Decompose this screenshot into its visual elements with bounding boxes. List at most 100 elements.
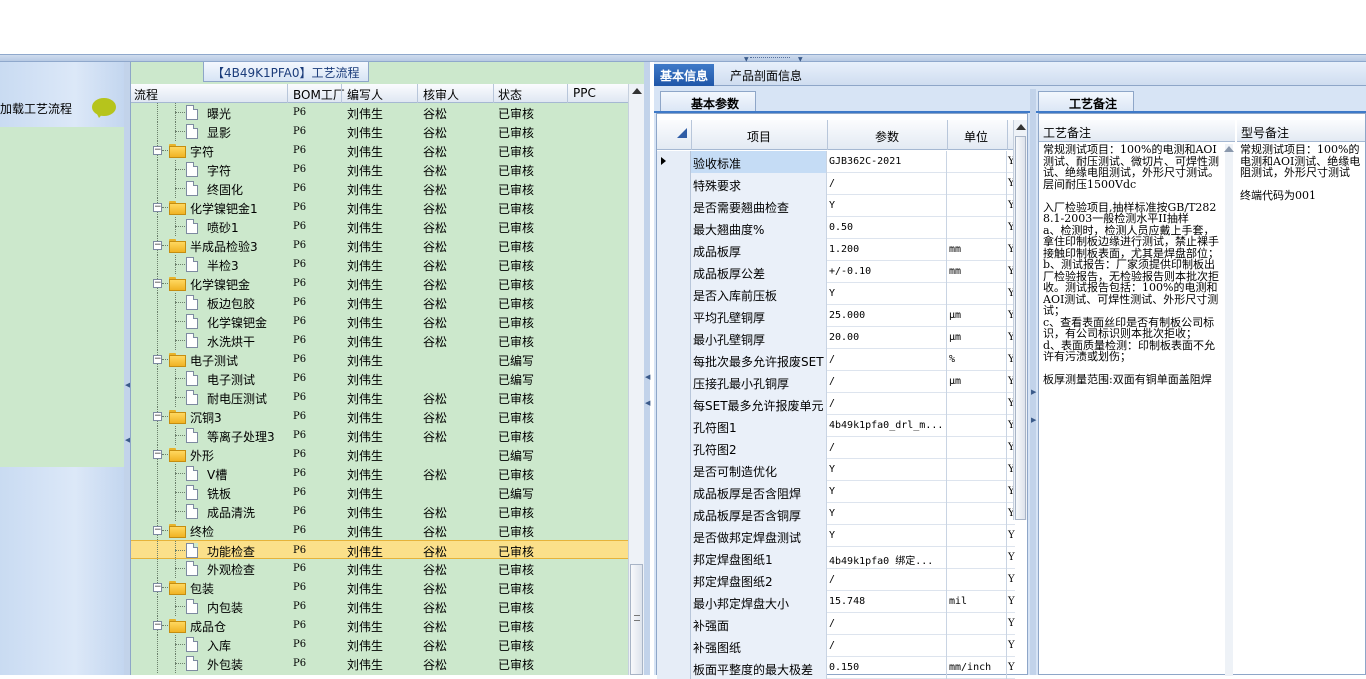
table-row[interactable]: 每SET最多允许报废单元 / Y bbox=[657, 393, 1015, 415]
splitter-arrow-icon[interactable]: ◀ bbox=[125, 382, 130, 389]
param-value-cell[interactable]: 0.150 bbox=[827, 657, 947, 679]
param-value-cell[interactable]: 15.748 bbox=[827, 591, 947, 613]
param-value-cell[interactable]: Y bbox=[827, 503, 947, 525]
table-row[interactable]: 最小孔壁铜厚 20.00 μm Y bbox=[657, 327, 1015, 349]
param-value-cell[interactable]: 4b49k1pfa0_drl_m... bbox=[827, 415, 947, 437]
collapse-toggle-icon[interactable]: − bbox=[153, 412, 162, 421]
col-header-param[interactable]: 参数 bbox=[875, 128, 899, 145]
load-process-label[interactable]: 加载工艺流程 bbox=[0, 100, 72, 117]
tab-process-notes[interactable]: 工艺备注 bbox=[1038, 91, 1135, 113]
splitter-arrow-icon[interactable]: ◀ bbox=[125, 437, 130, 444]
param-value-cell[interactable]: 0.50 bbox=[827, 217, 947, 239]
table-row[interactable]: 耐电压测试 P6 刘伟生 谷松 已审核 bbox=[131, 388, 629, 407]
collapse-toggle-icon[interactable]: − bbox=[153, 583, 162, 592]
table-row[interactable]: − 半成品检验3 P6 刘伟生 谷松 已审核 bbox=[131, 236, 629, 255]
table-row[interactable]: 板面平整度的最大极差 0.150 mm/inch Y bbox=[657, 657, 1015, 679]
table-row[interactable]: 平均孔壁铜厚 25.000 μm Y bbox=[657, 305, 1015, 327]
table-row[interactable]: 最小邦定焊盘大小 15.748 mil Y bbox=[657, 591, 1015, 613]
param-value-cell[interactable]: Y bbox=[827, 195, 947, 217]
speech-bubble-icon[interactable] bbox=[92, 98, 116, 118]
table-row[interactable]: − 包装 P6 刘伟生 谷松 已审核 bbox=[131, 578, 629, 597]
table-row[interactable]: 成品板厚是否含阻焊 Y Y bbox=[657, 481, 1015, 503]
table-row[interactable]: 外包装 P6 刘伟生 谷松 已审核 bbox=[131, 654, 629, 673]
col-header-bom[interactable]: BOM工厂 bbox=[293, 86, 345, 103]
process-note-text[interactable]: 常规测试项目：100%的电测和AOI测试、耐压测试、微切片、可焊性测试、绝缘电阻… bbox=[1043, 144, 1221, 674]
table-row[interactable]: − 沉铜3 P6 刘伟生 谷松 已审核 bbox=[131, 407, 629, 426]
table-row[interactable]: 成品板厚 1.200 mm Y bbox=[657, 239, 1015, 261]
param-value-cell[interactable]: 1.200 bbox=[827, 239, 947, 261]
collapse-toggle-icon[interactable]: − bbox=[153, 526, 162, 535]
table-row[interactable]: 补强图纸 / Y bbox=[657, 635, 1015, 657]
table-row[interactable]: 是否可制造优化 Y Y bbox=[657, 459, 1015, 481]
table-row[interactable]: 是否入库前压板 Y Y bbox=[657, 283, 1015, 305]
param-value-cell[interactable]: 20.00 bbox=[827, 327, 947, 349]
splitter-arrow-icon[interactable]: ▶ bbox=[1031, 417, 1036, 424]
select-all-icon[interactable] bbox=[677, 128, 687, 138]
table-row[interactable]: 每批次最多允许报废SET /% Y bbox=[657, 349, 1015, 371]
param-value-cell[interactable]: / bbox=[827, 613, 947, 635]
collapse-toggle-icon[interactable]: − bbox=[153, 146, 162, 155]
table-row[interactable]: − 外形 P6 刘伟生 已编写 bbox=[131, 445, 629, 464]
tab-basic-info[interactable]: 基本信息 bbox=[654, 64, 715, 86]
param-value-cell[interactable]: / bbox=[827, 371, 947, 393]
table-row[interactable]: − 终检 P6 刘伟生 谷松 已审核 bbox=[131, 521, 629, 540]
table-row[interactable]: 等离子处理3 P6 刘伟生 谷松 已审核 bbox=[131, 426, 629, 445]
table-row[interactable]: 成品板厚公差 +/-0.10 mm Y bbox=[657, 261, 1015, 283]
collapse-toggle-icon[interactable]: − bbox=[153, 203, 162, 212]
table-row[interactable]: 化学镍钯金 P6 刘伟生 谷松 已审核 bbox=[131, 312, 629, 331]
middle-vertical-splitter[interactable]: ◀ ◀ bbox=[644, 62, 650, 675]
param-value-cell[interactable]: 4b49k1pfa0 绑定... bbox=[827, 547, 947, 569]
table-row[interactable]: 成品清洗 P6 刘伟生 谷松 已审核 bbox=[131, 502, 629, 521]
table-row[interactable]: 孔符图1 4b49k1pfa0_drl_m... Y bbox=[657, 415, 1015, 437]
table-row[interactable]: 补强面 / Y bbox=[657, 613, 1015, 635]
table-row[interactable]: 喷砂1 P6 刘伟生 谷松 已审核 bbox=[131, 217, 629, 236]
table-row[interactable]: − 电子测试 P6 刘伟生 已编写 bbox=[131, 350, 629, 369]
model-note-text[interactable]: 常规测试项目：100%的电测和AOI测试、绝缘电阻测试，外形尺寸测试 终端代码为… bbox=[1240, 144, 1365, 674]
param-value-cell[interactable]: Y bbox=[827, 459, 947, 481]
table-row[interactable]: 电子测试 P6 刘伟生 已编写 bbox=[131, 369, 629, 388]
param-value-cell[interactable]: / bbox=[827, 393, 947, 415]
col-header-unit[interactable]: 单位 bbox=[964, 128, 988, 145]
tab-profile-info[interactable]: 产品剖面信息 bbox=[724, 64, 808, 86]
table-row[interactable]: − 成品仓 P6 刘伟生 谷松 已审核 bbox=[131, 616, 629, 635]
col-header-ppc[interactable]: PPC bbox=[573, 86, 596, 100]
table-row[interactable]: 铣板 P6 刘伟生 已编写 bbox=[131, 483, 629, 502]
collapse-toggle-icon[interactable]: − bbox=[153, 279, 162, 288]
col-header-status[interactable]: 状态 bbox=[498, 86, 522, 103]
table-row[interactable]: 显影 P6 刘伟生 谷松 已审核 bbox=[131, 122, 629, 141]
table-row[interactable]: 是否做邦定焊盘测试 Y Y bbox=[657, 525, 1015, 547]
table-row[interactable]: 半检3 P6 刘伟生 谷松 已审核 bbox=[131, 255, 629, 274]
param-value-cell[interactable]: 25.000 bbox=[827, 305, 947, 327]
collapse-toggle-icon[interactable]: − bbox=[153, 355, 162, 364]
table-row[interactable]: 功能检查 P6 刘伟生 谷松 已审核 bbox=[131, 540, 629, 560]
param-value-cell[interactable]: / bbox=[827, 349, 947, 371]
param-value-cell[interactable]: / bbox=[827, 437, 947, 459]
splitter-grip[interactable] bbox=[750, 57, 790, 60]
table-row[interactable]: 入库 P6 刘伟生 谷松 已审核 bbox=[131, 635, 629, 654]
table-row[interactable]: − 化学镍钯金1 P6 刘伟生 谷松 已审核 bbox=[131, 198, 629, 217]
collapse-toggle-icon[interactable]: − bbox=[153, 241, 162, 250]
splitter-arrow-icon[interactable]: ▶ bbox=[1031, 389, 1036, 396]
col-header-writer[interactable]: 编写人 bbox=[347, 86, 383, 103]
table-row[interactable]: 最大翘曲度% 0.50 Y bbox=[657, 217, 1015, 239]
scroll-up-icon[interactable] bbox=[1016, 124, 1026, 130]
collapse-toggle-icon[interactable]: − bbox=[153, 621, 162, 630]
param-value-cell[interactable]: +/-0.10 bbox=[827, 261, 947, 283]
table-row[interactable]: 曝光 P6 刘伟生 谷松 已审核 bbox=[131, 103, 629, 122]
table-row[interactable]: 终固化 P6 刘伟生 谷松 已审核 bbox=[131, 179, 629, 198]
collapse-toggle-icon[interactable]: − bbox=[153, 450, 162, 459]
horizontal-splitter[interactable]: ▼ ▼ bbox=[0, 54, 1366, 63]
table-row[interactable]: 验收标准 GJB362C-2021 Y bbox=[657, 151, 1015, 173]
scroll-thumb[interactable] bbox=[630, 564, 643, 675]
param-value-cell[interactable]: GJB362C-2021 bbox=[827, 151, 947, 173]
table-row[interactable]: 成品板厚是否含铜厚 Y Y bbox=[657, 503, 1015, 525]
tab-basic-params[interactable]: 基本参数 bbox=[660, 91, 757, 113]
table-row[interactable]: 内包装 P6 刘伟生 谷松 已审核 bbox=[131, 597, 629, 616]
table-row[interactable]: 孔符图2/Y bbox=[657, 437, 1015, 459]
table-row[interactable]: 特殊要求 / Y bbox=[657, 173, 1015, 195]
table-row[interactable]: 邦定焊盘图纸2/ Y bbox=[657, 569, 1015, 591]
scroll-up-icon[interactable] bbox=[632, 88, 642, 94]
table-row[interactable]: 字符 P6 刘伟生 谷松 已审核 bbox=[131, 160, 629, 179]
param-value-cell[interactable]: / bbox=[827, 569, 947, 591]
table-row[interactable]: 外观检查 P6 刘伟生 谷松 已审核 bbox=[131, 559, 629, 578]
